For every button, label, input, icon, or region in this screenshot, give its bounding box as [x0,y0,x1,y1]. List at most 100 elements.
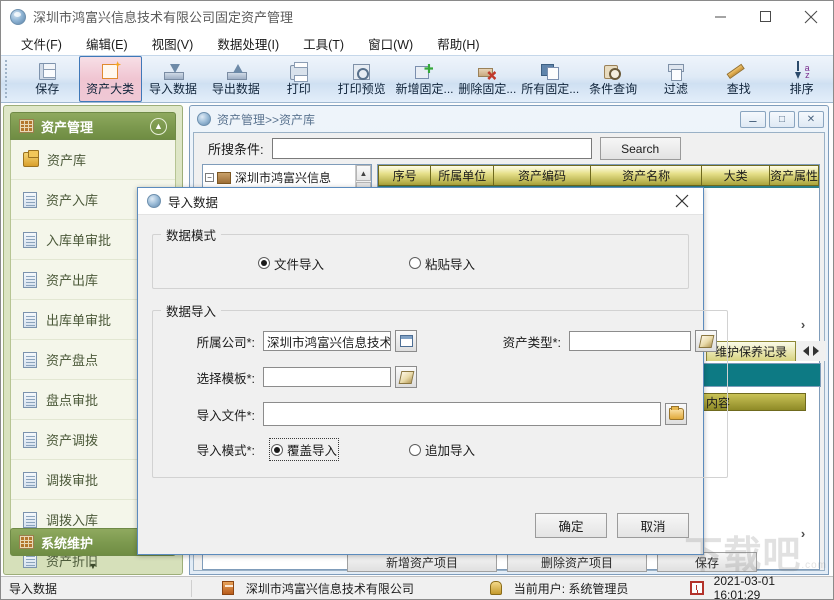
radio-file-import[interactable]: 文件导入 [258,254,324,273]
toolbar-button-asset-category[interactable]: 资产大类 [78,56,142,102]
tree-node-root[interactable]: − 深圳市鸿富兴信息 [203,167,371,188]
toolbar-button-export-data[interactable]: 导出数据 [204,56,267,102]
close-icon[interactable]: ✕ [798,110,824,128]
import-file-label: 导入文件*: [196,408,255,423]
chevron-right-icon-bottom[interactable]: › [791,525,815,541]
toolbar-button-print[interactable]: 打印 [267,56,330,102]
triangle-left-icon[interactable] [803,346,809,356]
menu-item-window[interactable]: 窗口(W) [356,32,425,55]
grid-column-header[interactable]: 序号 [378,165,432,186]
document-icon [23,311,37,328]
menu-item-view[interactable]: 视图(V) [140,32,206,55]
grid-column-header[interactable]: 资产编码 [494,165,591,186]
chevron-down-icon[interactable]: ▼ [4,558,182,574]
radio-label: 粘贴导入 [425,257,476,272]
toolbar-button-sort[interactable]: 排序 [770,56,833,102]
status-user-cell: 当前用户: 系统管理员 [482,578,682,599]
sidebar-item-asset-store[interactable]: 资产库 [11,140,175,180]
data-import-legend: 数据导入 [166,305,217,319]
close-icon[interactable] [665,189,699,214]
folder-picker-icon[interactable] [665,403,687,425]
toolbar-grip[interactable] [5,60,14,98]
toolbar-button-save[interactable]: 保存 [16,56,79,102]
import-icon [162,62,185,82]
tree-expander-icon[interactable]: − [205,173,214,182]
grid-column-header[interactable]: 资产名称 [590,165,703,186]
radio-label: 追加导入 [425,444,476,458]
toolbar-button-condition-query[interactable]: 条件查询 [582,56,645,102]
export-icon [225,62,247,82]
save-asset-item-button[interactable]: 保存 [657,552,757,572]
sidebar-group-asset-management[interactable]: 资产管理 ▲ [10,112,176,140]
delete-asset-item-button[interactable]: 删除资产项目 [507,552,647,572]
toolbar-label: 导出数据 [211,82,260,96]
asset-type-label: 资产类型*: [502,335,561,350]
scroll-up-icon[interactable]: ▲ [356,165,371,181]
toolbar-label: 条件查询 [589,82,638,96]
toolbar-label: 导入数据 [149,82,198,96]
restore-icon[interactable]: □ [769,110,795,128]
menu-item-file[interactable]: 文件(F) [9,32,74,55]
pencil-picker-icon[interactable] [695,330,717,352]
status-datetime-cell: 2021-03-01 16:01:29 [682,574,833,599]
menu-item-help[interactable]: 帮助(H) [425,32,491,55]
toolbar-button-delete-asset[interactable]: 删除固定... [456,56,519,102]
radio-label: 覆盖导入 [287,444,338,458]
sidebar-group-label: 系统维护 [41,535,94,551]
search-input[interactable] [271,138,592,159]
grid-column-header[interactable]: 资产属性 [769,165,819,186]
template-input[interactable] [263,367,391,387]
grid-picker-icon[interactable] [395,330,417,352]
document-icon [23,231,37,248]
globe-icon [10,8,26,25]
menu-item-data-processing[interactable]: 数据处理(I) [205,32,291,55]
minimize-icon[interactable]: ⚊ [740,110,766,128]
grid-column-header[interactable]: 大类 [702,165,770,186]
mdi-title-bar: 资产管理>>资产库 ⚊ □ ✕ [190,106,828,132]
toolbar-button-find[interactable]: 查找 [707,56,770,102]
toolbar-label: 打印预览 [337,82,386,96]
add-asset-item-button[interactable]: 新增资产项目 [347,552,497,572]
sort-icon [791,61,813,82]
radio-paste-import[interactable]: 粘贴导入 [409,254,475,273]
grid-column-header[interactable]: 所属单位 [431,165,495,186]
chevron-right-icon[interactable]: › [791,316,815,332]
toolbar-button-all-assets[interactable]: 所有固定... [519,56,582,102]
minimize-icon[interactable] [698,1,743,32]
menu-item-tools[interactable]: 工具(T) [291,32,356,55]
globe-icon [147,194,161,208]
toolbar-button-import-data[interactable]: 导入数据 [142,56,205,102]
radio-append-import[interactable]: 追加导入 [409,440,475,459]
toolbar-label: 过滤 [663,82,688,96]
menu-item-edit[interactable]: 编辑(E) [74,32,140,55]
cancel-button[interactable]: 取消 [617,513,689,538]
application-window: 深圳市鸿富兴信息技术有限公司固定资产管理 文件(F) 编辑(E) 视图(V) 数… [0,0,834,600]
close-icon[interactable] [788,1,833,32]
company-input[interactable]: 深圳市鸿富兴信息技术 [263,331,391,351]
toolbar-button-filter[interactable]: 过滤 [645,56,708,102]
print-icon [288,62,310,82]
search-button[interactable]: Search [599,137,681,160]
sidebar-item-label: 资产调拨 [46,433,99,448]
toolbar-label: 删除固定... [458,82,517,96]
document-icon [23,391,37,408]
dialog-body: 数据模式 文件导入 粘贴导入 数据导入 所属公司*: 深圳市鸿富兴信息技术 资产… [138,215,728,554]
window-controls [698,1,833,32]
template-label: 选择模板*: [196,371,255,386]
field-row-company-and-type: 所属公司*: 深圳市鸿富兴信息技术 资产类型*: [163,330,717,352]
toolbar-label: 所有固定... [521,82,580,96]
asset-type-input[interactable] [569,331,691,351]
pencil-picker-icon[interactable] [395,366,417,388]
toolbar-button-add-asset[interactable]: 新增固定... [393,56,456,102]
maximize-icon[interactable] [743,1,788,32]
import-file-input[interactable] [263,402,661,426]
company-label: 所属公司*: [196,335,255,350]
status-bar: 导入数据 深圳市鸿富兴信息技术有限公司 当前用户: 系统管理员 2021-03-… [1,574,833,599]
radio-overwrite-import[interactable]: 覆盖导入 [268,438,340,461]
toolbar-button-print-preview[interactable]: 打印预览 [330,56,393,102]
ok-button[interactable]: 确定 [535,513,607,538]
triangle-right-icon[interactable] [813,346,819,356]
dialog-footer: 确定 取消 [535,513,689,538]
chevron-up-icon[interactable]: ▲ [150,117,167,135]
sidebar-group-label: 资产管理 [41,119,94,135]
